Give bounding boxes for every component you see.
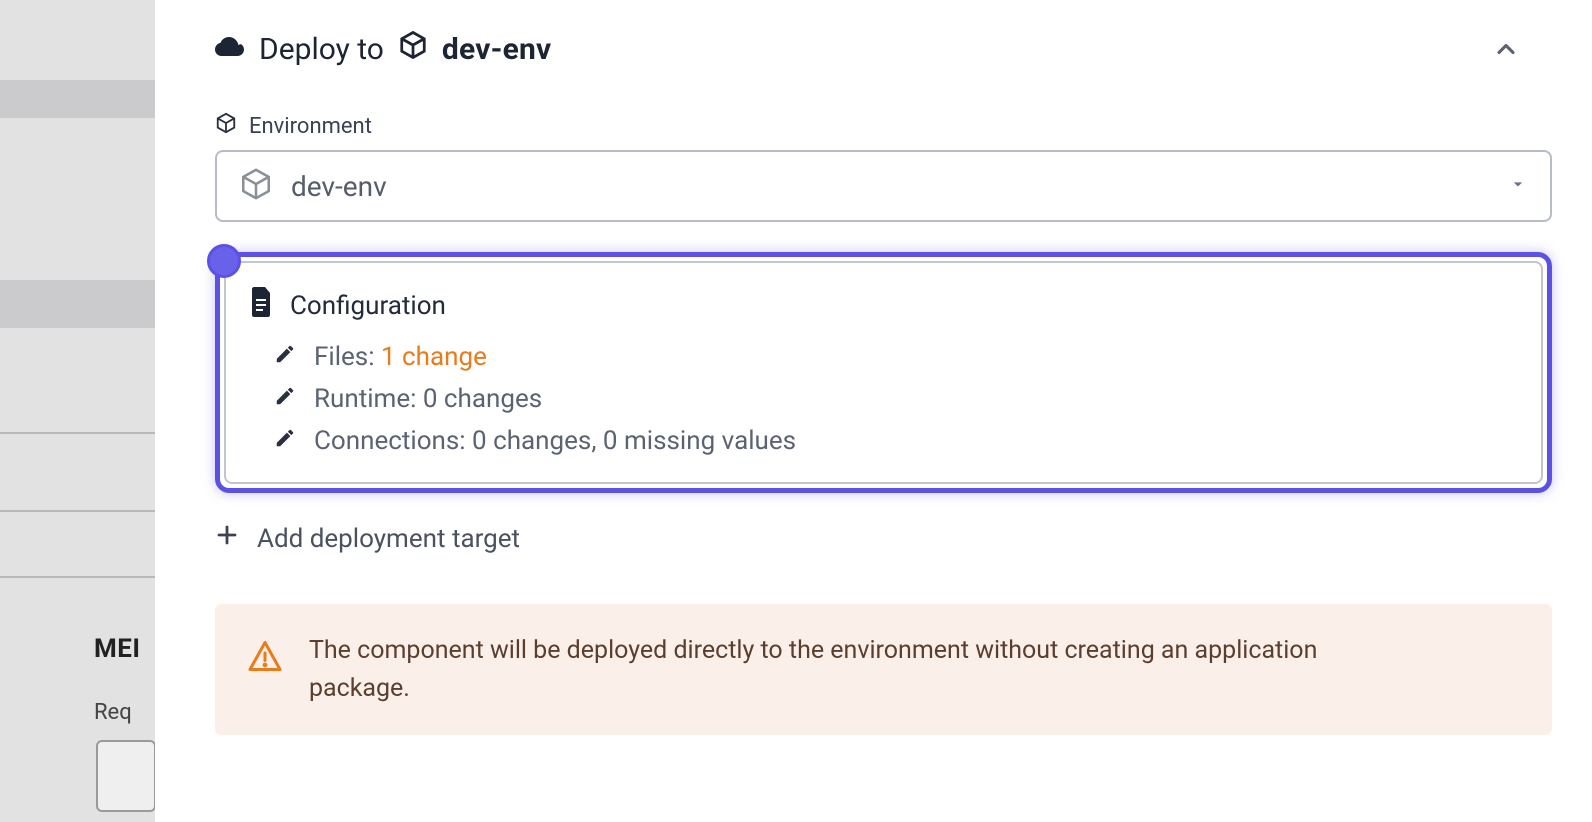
config-files-value: 1 change <box>381 342 487 372</box>
configuration-section: Configuration Files: 1 change <box>215 252 1552 493</box>
deploy-panel: Deploy to dev-env Environment dev-env <box>155 0 1592 822</box>
environment-select[interactable]: dev-env <box>215 150 1552 222</box>
pencil-icon <box>274 342 296 372</box>
add-deployment-target-button[interactable]: Add deployment target <box>215 523 520 554</box>
warning-text: The component will be deployed directly … <box>309 632 1379 707</box>
config-row-files[interactable]: Files: 1 change <box>274 342 1517 372</box>
box-icon <box>215 112 237 140</box>
config-runtime-text: Runtime: 0 changes <box>314 384 542 414</box>
config-row-connections[interactable]: Connections: 0 changes, 0 missing values <box>274 426 1517 456</box>
background-sidebar: MEI Req <box>0 0 155 822</box>
config-files-label: Files: <box>314 342 375 372</box>
chevron-up-icon[interactable] <box>1492 35 1520 63</box>
document-icon <box>250 287 274 324</box>
bg-label-mem: MEI <box>94 634 141 664</box>
pencil-icon <box>274 384 296 414</box>
configuration-title: Configuration <box>290 291 446 321</box>
warning-banner: The component will be deployed directly … <box>215 604 1552 735</box>
pencil-icon <box>274 426 296 456</box>
deploy-header: Deploy to dev-env <box>215 0 1552 68</box>
highlight-marker <box>207 244 241 278</box>
deploy-target-name: dev-env <box>442 32 552 67</box>
plus-icon <box>215 523 239 554</box>
environment-label-row: Environment <box>215 112 1552 140</box>
config-row-runtime[interactable]: Runtime: 0 changes <box>274 384 1517 414</box>
box-icon <box>398 30 428 68</box>
cloud-icon <box>215 32 245 67</box>
box-icon <box>239 167 273 205</box>
add-target-label: Add deployment target <box>257 524 520 554</box>
caret-down-icon <box>1508 174 1528 198</box>
bg-label-req: Req <box>94 700 132 725</box>
environment-label: Environment <box>249 114 372 139</box>
deploy-prefix: Deploy to <box>259 32 384 67</box>
config-connections-text: Connections: 0 changes, 0 missing values <box>314 426 796 456</box>
warning-icon <box>247 638 283 678</box>
environment-selected-value: dev-env <box>291 170 387 203</box>
